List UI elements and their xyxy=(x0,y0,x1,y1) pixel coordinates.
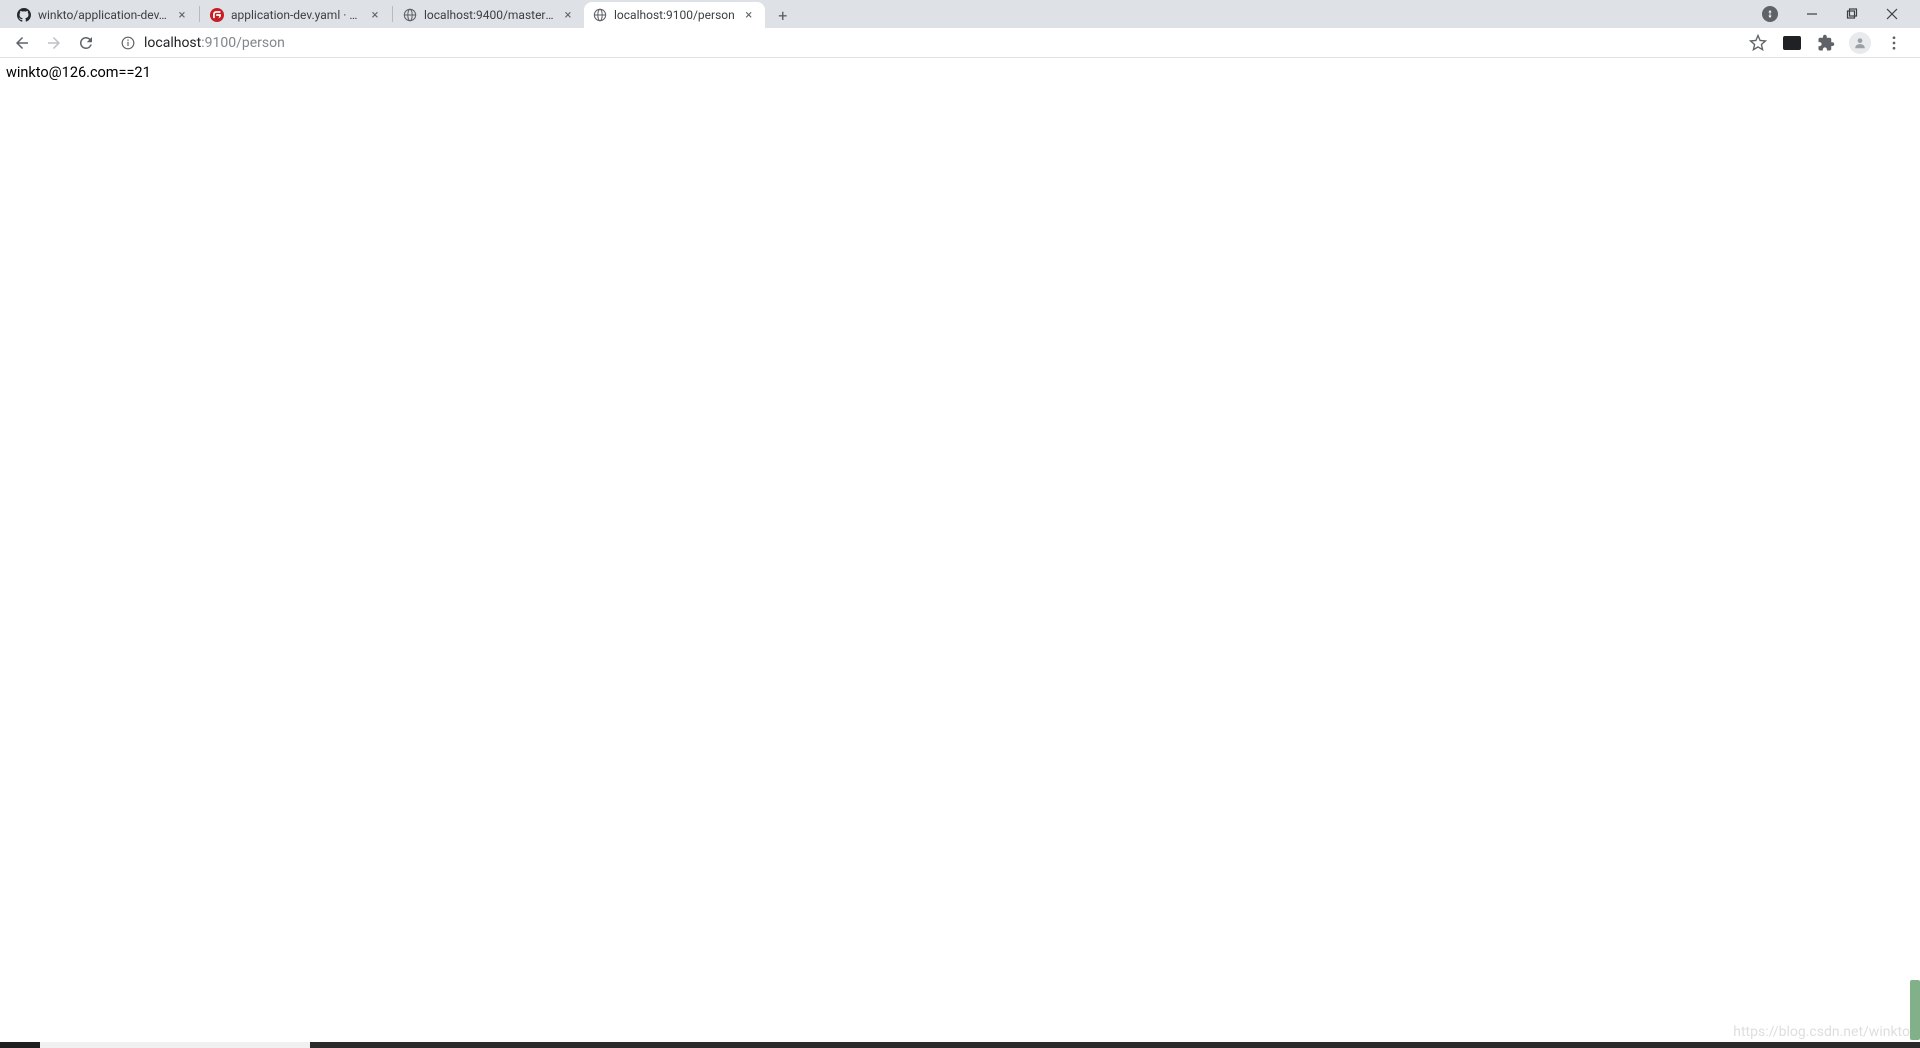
toolbar-right xyxy=(1744,29,1912,57)
close-icon[interactable]: × xyxy=(560,7,576,23)
github-icon xyxy=(16,7,32,23)
tab-title-2: localhost:9400/master/applica xyxy=(424,8,554,22)
tab-title-0: winkto/application-dev.yaml a xyxy=(38,8,168,22)
globe-icon xyxy=(402,7,418,23)
url-path: :9100/person xyxy=(201,35,285,51)
extensions-puzzle-icon[interactable] xyxy=(1812,29,1840,57)
url-text: localhost:9100/person xyxy=(144,35,1724,51)
page-content: winkto@126.com==21 xyxy=(0,58,1920,88)
new-tab-button[interactable]: + xyxy=(769,2,797,28)
address-bar[interactable]: localhost:9100/person xyxy=(110,29,1734,57)
tab-strip: winkto/application-dev.yaml a × applicat… xyxy=(0,0,1920,28)
taskbar-sliver xyxy=(0,1042,1920,1048)
watermark-text: https://blog.csdn.net/winkto xyxy=(1733,1024,1910,1040)
reload-button[interactable] xyxy=(72,29,100,57)
close-window-button[interactable] xyxy=(1878,0,1906,28)
forward-button[interactable] xyxy=(40,29,68,57)
back-button[interactable] xyxy=(8,29,36,57)
menu-dots-icon[interactable] xyxy=(1880,29,1908,57)
tab-2[interactable]: localhost:9400/master/applica × xyxy=(394,2,584,28)
maximize-button[interactable] xyxy=(1838,0,1866,28)
bookmark-star-icon[interactable] xyxy=(1744,29,1772,57)
close-icon[interactable]: × xyxy=(367,7,383,23)
sync-indicator-icon[interactable] xyxy=(1762,6,1778,22)
close-icon[interactable]: × xyxy=(174,7,190,23)
tab-title-1: application-dev.yaml · winkto/ xyxy=(231,8,361,22)
scrollbar-thumb[interactable] xyxy=(1910,980,1920,1040)
close-icon[interactable]: × xyxy=(741,7,757,23)
tab-0[interactable]: winkto/application-dev.yaml a × xyxy=(8,2,198,28)
site-info-icon[interactable] xyxy=(120,35,136,51)
globe-icon xyxy=(592,7,608,23)
tab-title-3: localhost:9100/person xyxy=(614,8,735,22)
tab-1[interactable]: application-dev.yaml · winkto/ × xyxy=(201,2,391,28)
tab-separator xyxy=(199,6,200,22)
tab-separator xyxy=(392,6,393,22)
tab-3-active[interactable]: localhost:9100/person × xyxy=(584,2,765,28)
gitee-icon xyxy=(209,7,225,23)
toolbar: localhost:9100/person xyxy=(0,28,1920,58)
url-host: localhost xyxy=(144,35,201,51)
window-controls xyxy=(1762,0,1920,28)
extension-icon[interactable] xyxy=(1778,29,1806,57)
minimize-button[interactable] xyxy=(1798,0,1826,28)
response-text: winkto@126.com==21 xyxy=(6,64,151,81)
profile-avatar-icon[interactable] xyxy=(1846,29,1874,57)
